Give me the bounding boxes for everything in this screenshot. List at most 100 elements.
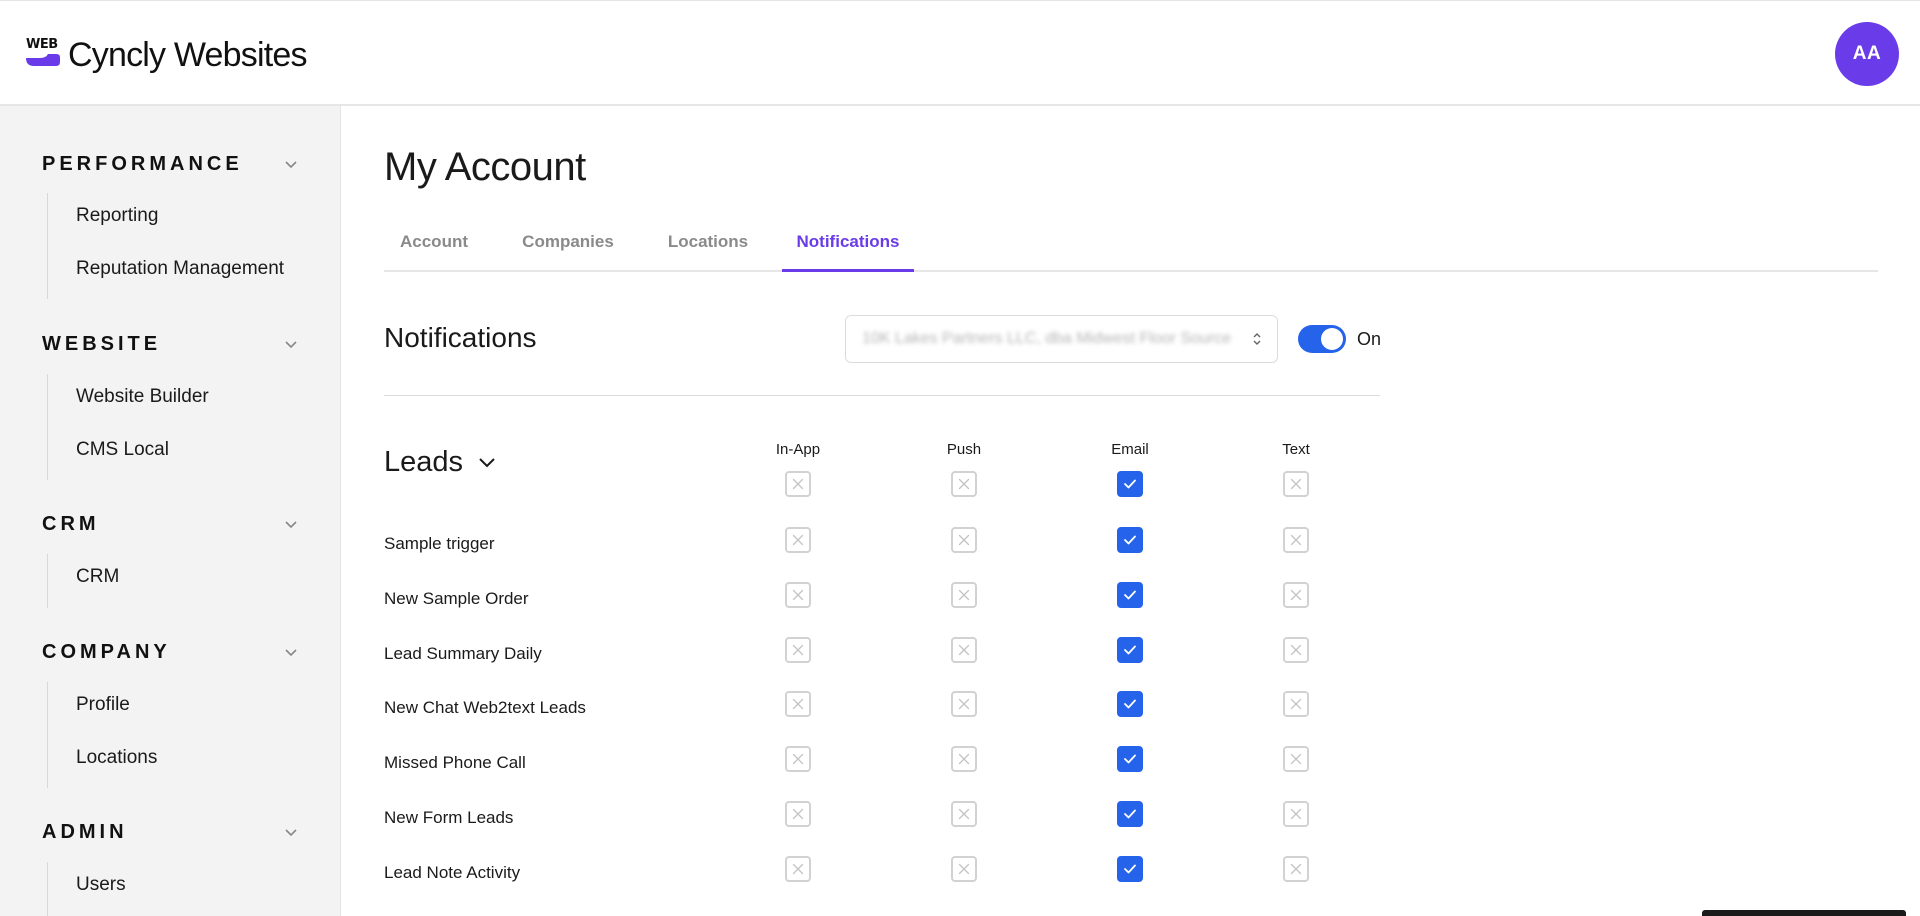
- sidebar-section-divider: [47, 554, 48, 608]
- email-checkbox[interactable]: [1117, 527, 1143, 553]
- in-app-checkbox[interactable]: [785, 801, 811, 827]
- push-checkbox[interactable]: [951, 746, 977, 773]
- company-select[interactable]: 10K Lakes Partners LLC, dba Midwest Floo…: [845, 315, 1278, 363]
- tab-account[interactable]: Account: [384, 228, 484, 272]
- email-checkbox[interactable]: [1117, 471, 1143, 497]
- sidebar-section-divider: [47, 193, 48, 299]
- text-checkbox[interactable]: [1283, 801, 1309, 827]
- check-icon: [1124, 809, 1136, 819]
- chevron-down-icon: [479, 457, 495, 467]
- push-checkbox[interactable]: [951, 471, 977, 497]
- text-checkbox[interactable]: [1283, 746, 1309, 773]
- sidebar-section-performance[interactable]: PERFORMANCE: [42, 152, 298, 176]
- notification-row-label: New Chat Web2text Leads: [384, 698, 586, 718]
- text-checkbox[interactable]: [1283, 527, 1309, 553]
- push-checkbox[interactable]: [951, 636, 977, 663]
- x-icon: [792, 754, 804, 765]
- account-tabs: Account Companies Locations Notification…: [384, 228, 1878, 272]
- check-icon: [1124, 699, 1136, 709]
- in-app-checkbox[interactable]: [785, 746, 811, 773]
- text-checkbox[interactable]: [1283, 691, 1309, 718]
- tab-companies[interactable]: Companies: [502, 228, 634, 272]
- notification-row-label: Sample trigger: [384, 534, 495, 553]
- sidebar-item-reporting[interactable]: Reporting: [76, 205, 158, 227]
- push-checkbox[interactable]: [951, 801, 977, 827]
- x-icon: [792, 478, 804, 490]
- email-checkbox[interactable]: [1117, 691, 1143, 718]
- x-icon: [792, 534, 804, 546]
- notifications-heading: Notifications: [384, 322, 537, 353]
- in-app-checkbox[interactable]: [785, 691, 811, 718]
- check-icon: [1124, 754, 1136, 764]
- sidebar-item-website-builder[interactable]: Website Builder: [76, 386, 209, 408]
- notification-row-label: New Sample Order: [384, 588, 529, 608]
- push-checkbox[interactable]: [951, 855, 977, 882]
- up-down-arrows-icon: [1253, 333, 1261, 345]
- sidebar-item-locations[interactable]: Locations: [76, 747, 157, 769]
- sidebar-section-website[interactable]: WEBSITE: [42, 332, 298, 356]
- chevron-down-icon: [285, 341, 297, 349]
- tab-notifications[interactable]: Notifications: [782, 228, 914, 272]
- x-icon: [792, 863, 804, 874]
- tab-locations[interactable]: Locations: [648, 228, 768, 272]
- push-checkbox[interactable]: [951, 581, 977, 608]
- x-icon: [1290, 754, 1302, 765]
- x-icon: [1290, 863, 1302, 874]
- sidebar-item-cms-local[interactable]: CMS Local: [76, 439, 169, 461]
- section-divider: [384, 395, 1380, 396]
- column-header-text: Text: [1282, 441, 1310, 458]
- sidebar-section-title: ADMIN: [42, 820, 128, 843]
- notification-row-label: Lead Note Activity: [384, 862, 521, 882]
- chevron-down-icon: [285, 829, 297, 837]
- sidebar-item-profile[interactable]: Profile: [76, 694, 130, 716]
- sidebar-section-admin[interactable]: ADMIN: [42, 820, 298, 844]
- in-app-checkbox[interactable]: [785, 471, 811, 497]
- check-icon: [1124, 864, 1136, 874]
- x-icon: [1290, 644, 1302, 655]
- notification-row-label: New Form Leads: [384, 808, 514, 827]
- email-checkbox[interactable]: [1117, 636, 1143, 663]
- logo-mark: WEB: [26, 38, 60, 72]
- x-icon: [958, 863, 970, 874]
- email-checkbox[interactable]: [1117, 855, 1143, 882]
- email-checkbox[interactable]: [1117, 581, 1143, 608]
- x-icon: [792, 589, 804, 600]
- text-checkbox[interactable]: [1283, 581, 1309, 608]
- sidebar-item-users[interactable]: Users: [76, 874, 126, 896]
- sidebar-section-company[interactable]: COMPANY: [42, 640, 298, 664]
- text-checkbox[interactable]: [1283, 636, 1309, 663]
- text-checkbox[interactable]: [1283, 471, 1309, 497]
- app-logo[interactable]: WEB Cyncly Websites: [26, 37, 307, 73]
- sidebar-section-crm[interactable]: CRM: [42, 512, 298, 536]
- in-app-checkbox[interactable]: [785, 527, 811, 553]
- chevron-down-icon: [285, 649, 297, 657]
- in-app-checkbox[interactable]: [785, 636, 811, 663]
- check-icon: [1124, 479, 1136, 489]
- x-icon: [1290, 808, 1302, 820]
- push-checkbox[interactable]: [951, 691, 977, 718]
- sidebar-section-divider: [47, 374, 48, 480]
- sidebar-section-title: CRM: [42, 512, 100, 535]
- push-checkbox[interactable]: [951, 527, 977, 553]
- text-checkbox[interactable]: [1283, 855, 1309, 882]
- in-app-checkbox[interactable]: [785, 855, 811, 882]
- email-checkbox[interactable]: [1117, 746, 1143, 773]
- email-checkbox[interactable]: [1117, 801, 1143, 827]
- x-icon: [1290, 589, 1302, 600]
- x-icon: [958, 699, 970, 710]
- sidebar-item-reputation-management[interactable]: Reputation Management: [76, 258, 284, 280]
- notification-row-label: Missed Phone Call: [384, 753, 526, 773]
- notifications-toggle[interactable]: [1298, 325, 1346, 353]
- x-icon: [792, 808, 804, 820]
- sidebar-section-divider: [47, 862, 48, 916]
- sidebar-item-crm[interactable]: CRM: [76, 566, 119, 588]
- bottom-corner-element: [1702, 910, 1906, 916]
- chevron-down-icon: [285, 521, 297, 529]
- x-icon: [1290, 534, 1302, 546]
- app-title: Cyncly Websites: [68, 36, 307, 74]
- in-app-checkbox[interactable]: [785, 581, 811, 608]
- group-title: Leads: [384, 446, 464, 478]
- leads-group-header[interactable]: Leads: [384, 446, 497, 479]
- user-avatar[interactable]: AA: [1835, 22, 1899, 86]
- toggle-label: On: [1357, 329, 1382, 349]
